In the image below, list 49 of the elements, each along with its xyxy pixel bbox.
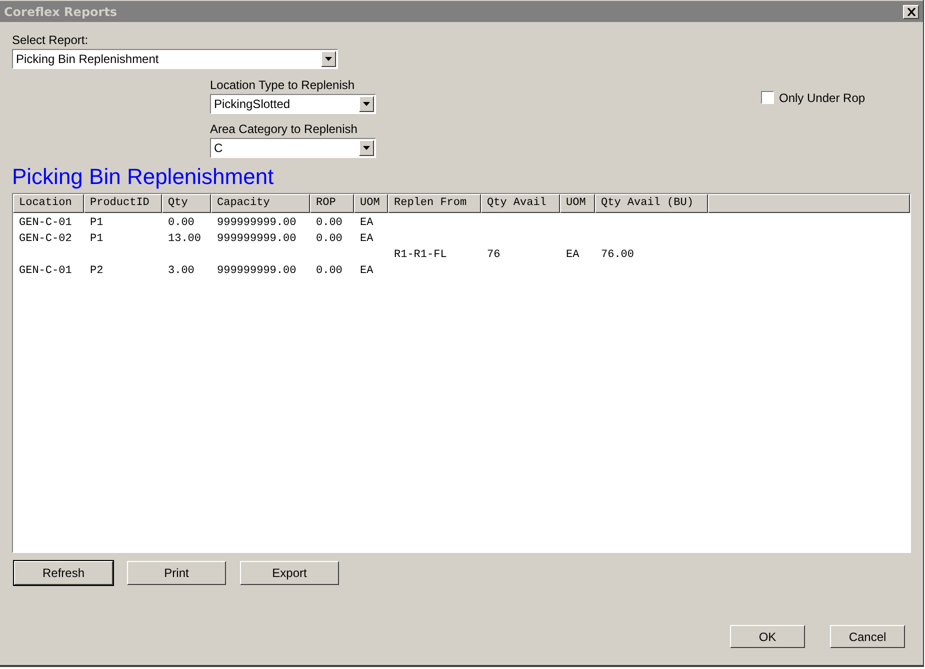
- column-header[interactable]: Qty: [162, 194, 211, 213]
- action-button[interactable]: Export: [240, 561, 339, 585]
- column-header[interactable]: Replen From: [388, 194, 481, 213]
- table-cell-text: 3.00: [167, 265, 196, 279]
- window-title: Coreflex Reports: [4, 4, 118, 18]
- action-button[interactable]: Refresh: [14, 561, 113, 585]
- column-header[interactable]: Qty Avail (BU): [595, 194, 708, 213]
- table-cell-text: 0.00: [167, 217, 196, 231]
- table-cell-text: 999999999.00: [216, 217, 298, 231]
- column-header[interactable]: ROP: [310, 194, 354, 213]
- table-cell-text: 0.00: [315, 233, 344, 247]
- table-cell-text: GEN-C-01: [18, 217, 73, 231]
- table-cell-text: 13.00: [167, 233, 202, 247]
- report-dropdown[interactable]: Picking Bin Replenishment: [12, 49, 338, 69]
- column-header[interactable]: UOM: [354, 194, 388, 213]
- checkbox-label: Only Under Rop: [779, 91, 866, 105]
- area-category-dropdown[interactable]: C: [210, 138, 376, 158]
- field-label: Select Report:: [12, 33, 90, 47]
- table-cell-text: 0.00: [315, 217, 344, 231]
- table-cell-text: EA: [565, 249, 580, 263]
- location-type-dropdown[interactable]: PickingSlotted: [210, 94, 376, 114]
- table-cell-text: GEN-C-01: [18, 265, 73, 279]
- table-cell-text: GEN-C-02: [18, 233, 73, 247]
- dialog-button[interactable]: Cancel: [830, 625, 905, 648]
- column-header[interactable]: Location: [13, 194, 84, 213]
- field-label: Location Type to Replenish: [210, 78, 356, 92]
- field-label: Area Category to Replenish: [210, 122, 358, 136]
- close-button[interactable]: [903, 4, 919, 18]
- dialog-button[interactable]: OK: [730, 625, 805, 648]
- table-cell-text: EA: [359, 233, 374, 247]
- table-cell-text: 76.00: [600, 249, 636, 263]
- table-cell-text: 76: [486, 249, 502, 263]
- table-cell-text: 999999999.00: [216, 233, 298, 247]
- table-cell-text: P2: [89, 265, 104, 279]
- report-title: Picking Bin Replenishment: [12, 164, 275, 190]
- close-icon[interactable]: [906, 8, 916, 16]
- column-header[interactable]: ProductID: [84, 194, 162, 213]
- table-cell-text: 999999999.00: [216, 265, 298, 279]
- table-cell-text: R1-R1-FL: [393, 249, 448, 263]
- table-cell-text: P1: [89, 217, 104, 231]
- column-header[interactable]: Qty Avail: [481, 194, 560, 213]
- table-cell-text: 0.00: [315, 265, 344, 279]
- action-button[interactable]: Print: [127, 561, 226, 585]
- column-header[interactable]: Capacity: [211, 194, 310, 213]
- checkbox[interactable]: [761, 91, 774, 104]
- table-cell-text: EA: [359, 217, 374, 231]
- column-header[interactable]: UOM: [560, 194, 595, 213]
- table-cell-text: EA: [359, 265, 374, 279]
- table-cell-text: P1: [89, 233, 104, 247]
